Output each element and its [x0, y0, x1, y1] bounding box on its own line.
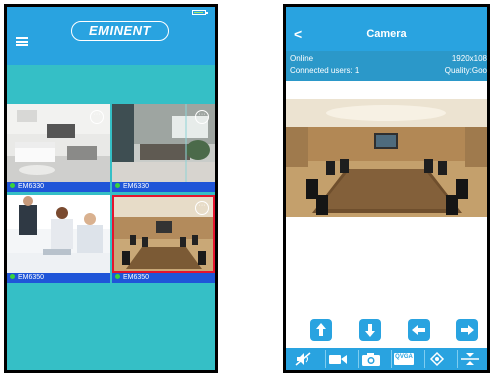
snapshot-icon: [362, 353, 380, 366]
online-status-dot: [115, 182, 120, 188]
camera-list-screen: EMINENT ··· EM6330 ··· EM6330 EM6350 ···…: [7, 7, 215, 370]
flip-icon: [461, 353, 479, 365]
hamburger-menu-icon[interactable]: [16, 37, 28, 46]
connected-users: Connected users: 1: [290, 66, 360, 75]
resolution-readout: 1920x108: [451, 54, 487, 63]
camera-view-screen: < Camera Online 1920x108 Connected users…: [286, 7, 487, 370]
left-arrow-icon: [412, 325, 425, 335]
camera-info-bar: Online 1920x108 Connected users: 1 Quali…: [286, 51, 487, 81]
more-options-icon[interactable]: ···: [195, 110, 209, 124]
camera-tile[interactable]: EM6350: [7, 195, 110, 283]
camera-tile[interactable]: ··· EM6330: [112, 104, 215, 192]
camera-toolbar: QVGA: [286, 348, 487, 370]
battery-icon: [192, 10, 208, 15]
more-options-icon[interactable]: ···: [90, 110, 104, 124]
qvga-label: QVGA: [395, 354, 413, 360]
mute-icon: [295, 352, 311, 366]
camera-label: EM6350: [7, 273, 110, 283]
online-status-dot: [10, 273, 15, 279]
right-arrow-icon: [461, 325, 474, 335]
camera-grid: ··· EM6330 ··· EM6330 EM6350 ··· EM6350: [7, 104, 215, 284]
snapshot-button[interactable]: [358, 350, 383, 368]
app-header: EMINENT: [7, 7, 215, 65]
pan-up-button[interactable]: [310, 319, 332, 341]
pan-right-button[interactable]: [456, 319, 478, 341]
page-title: Camera: [366, 28, 407, 40]
status-bar: [7, 7, 215, 17]
live-video-feed: [286, 99, 487, 217]
record-icon: [329, 355, 347, 364]
connection-status: Online: [290, 54, 314, 63]
eminent-logo: EMINENT: [71, 21, 169, 41]
camera-tile[interactable]: ··· EM6330: [7, 104, 110, 192]
camera-header: < Camera: [286, 7, 487, 51]
camera-label: EM6350: [112, 273, 215, 283]
camera-label: EM6330: [7, 182, 110, 192]
preset-icon: [429, 351, 445, 367]
more-options-icon[interactable]: ···: [195, 201, 209, 215]
down-arrow-icon: [365, 324, 375, 337]
mute-button[interactable]: [292, 350, 316, 368]
right-phone-frame: < Camera Online 1920x108 Connected users…: [283, 4, 490, 373]
flip-button[interactable]: [457, 350, 482, 368]
quality-readout: Quality:Goo: [444, 66, 487, 75]
record-button[interactable]: [325, 350, 350, 368]
pan-down-button[interactable]: [359, 319, 381, 341]
camera-thumbnail: [7, 195, 110, 273]
left-phone-frame: EMINENT ··· EM6330 ··· EM6330 EM6350 ···…: [4, 4, 218, 373]
preset-button[interactable]: [424, 350, 449, 368]
online-status-dot: [10, 182, 15, 188]
camera-tile-selected[interactable]: ··· EM6350: [112, 195, 215, 283]
camera-label: EM6330: [112, 182, 215, 192]
qvga-button[interactable]: QVGA: [391, 350, 416, 368]
pan-left-button[interactable]: [408, 319, 430, 341]
online-status-dot: [115, 273, 120, 279]
up-arrow-icon: [316, 323, 326, 336]
